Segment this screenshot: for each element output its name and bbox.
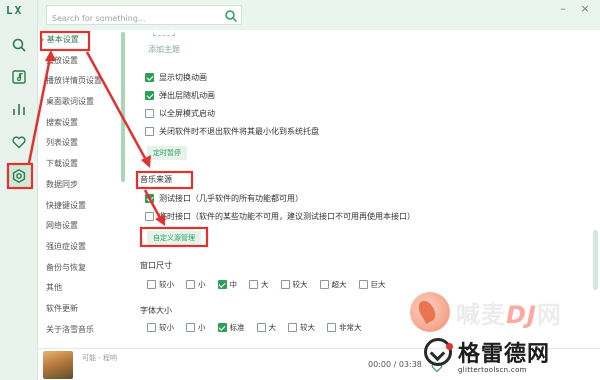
search-box	[46, 5, 242, 28]
window-size-option[interactable]: 大	[249, 279, 269, 290]
checkbox[interactable]	[145, 127, 154, 136]
window-size-title: 窗口尺寸	[140, 261, 172, 270]
font-size-options: 较小 小 标准 大 较大 非常大	[147, 322, 374, 333]
checkbox[interactable]	[145, 109, 154, 118]
settings-gear-icon[interactable]	[7, 165, 31, 187]
close-icon[interactable]: ×	[578, 2, 592, 16]
settings-nav-item-play[interactable]: 播放设置	[38, 51, 118, 72]
app-logo: LX	[6, 4, 24, 17]
heart-icon[interactable]	[7, 131, 31, 153]
checkbox[interactable]	[145, 73, 154, 82]
music-source-test-api[interactable]: 测试接口（几乎软件的所有功能都可用）	[145, 193, 303, 204]
track-title: 可能 - 程响	[82, 354, 117, 362]
window-size-option[interactable]: 巨大	[358, 279, 386, 290]
watermark-line2: 格雷德网	[424, 336, 550, 368]
settings-nav-item-sync[interactable]: 数据同步	[38, 175, 118, 196]
search-icon[interactable]	[224, 8, 238, 23]
settings-nav-item-play-detail[interactable]: 播放详情页设置	[38, 71, 118, 92]
sidebar-rail: LX	[0, 0, 38, 380]
minimize-icon[interactable]: –	[556, 2, 570, 16]
font-size-option[interactable]: 小	[186, 322, 206, 333]
top-bar: – ×	[38, 0, 600, 30]
watermark-line1: 喊麦DJ网	[410, 292, 562, 332]
watermark-check-icon	[424, 338, 453, 366]
album-cover[interactable]	[43, 351, 73, 379]
settings-nav-item-hotkey[interactable]: 快捷键设置	[38, 196, 118, 217]
settings-nav-item-network[interactable]: 网络设置	[38, 216, 118, 237]
add-theme-link[interactable]: 添加主题	[148, 44, 180, 55]
font-size-option[interactable]: 较大	[288, 322, 315, 333]
window-size-option[interactable]: 小	[186, 279, 206, 290]
custom-source-manage-button[interactable]: 自定义源管理	[147, 231, 201, 245]
settings-nav-item-download[interactable]: 下载设置	[38, 154, 118, 175]
font-size-option[interactable]: 大	[256, 322, 276, 333]
settings-nav-item-about[interactable]: 关于洛雪音乐	[38, 320, 118, 341]
toggle-random-popup-animation[interactable]: 弹出层随机动画	[145, 90, 215, 101]
font-size-option[interactable]: 标准	[217, 322, 245, 333]
search-nav-icon[interactable]	[7, 34, 31, 56]
search-input[interactable]	[47, 9, 217, 28]
window-size-option[interactable]: 较小	[147, 279, 174, 290]
leaderboard-icon[interactable]	[7, 98, 31, 120]
music-list-icon[interactable]	[7, 66, 31, 88]
settings-nav-item-ocd[interactable]: 强迫症设置	[38, 237, 118, 258]
checkbox[interactable]	[145, 194, 154, 203]
add-theme-box[interactable]	[153, 30, 175, 36]
settings-nav-item-list[interactable]: 列表设置	[38, 133, 118, 154]
settings-nav-item-desktop-lyric[interactable]: 桌面歌词设置	[38, 92, 118, 113]
toggle-fullscreen-start[interactable]: 以全屏模式启动	[145, 108, 215, 119]
window-size-option[interactable]: 中	[217, 279, 237, 290]
settings-nav-item-basic[interactable]: › 基本设置	[38, 30, 118, 51]
timer-pause-button[interactable]: 定时暂停	[147, 146, 187, 160]
settings-nav-item-update[interactable]: 软件更新	[38, 299, 118, 320]
settings-nav: › 基本设置 播放设置 播放详情页设置 桌面歌词设置 搜索设置 列表设置 下载设…	[38, 30, 118, 348]
music-source-title: 音乐来源	[140, 175, 172, 184]
settings-nav-item-other[interactable]: 其他	[38, 278, 118, 299]
toggle-minimize-to-tray[interactable]: 关闭软件时不退出软件将其最小化到系统托盘	[145, 126, 319, 137]
font-size-option[interactable]: 较小	[147, 322, 174, 333]
toggle-switch-animation[interactable]: 显示切换动画	[145, 72, 207, 83]
window-size-option[interactable]: 超大	[319, 279, 347, 290]
settings-nav-scrollbar[interactable]	[118, 30, 128, 348]
window-size-option[interactable]: 较大	[280, 279, 308, 290]
watermark-url: glittertoolscn.com	[458, 366, 527, 374]
font-size-option[interactable]: 非常大	[327, 322, 362, 333]
checkbox[interactable]	[145, 91, 154, 100]
watermark: 喊麦DJ网 格雷德网 glittertoolscn.com	[410, 292, 600, 380]
settings-nav-item-backup[interactable]: 备份与恢复	[38, 258, 118, 279]
settings-nav-item-search[interactable]: 搜索设置	[38, 113, 118, 134]
window-size-options: 较小 小 中 大 较大 超大 巨大	[147, 279, 398, 290]
music-source-temp-api[interactable]: 临时接口（软件的某些功能不可用，建议测试接口不可用再使用本接口）	[145, 211, 415, 222]
font-size-title: 字体大小	[140, 306, 172, 315]
checkbox[interactable]	[145, 212, 154, 221]
watermark-logo-icon	[410, 292, 450, 332]
